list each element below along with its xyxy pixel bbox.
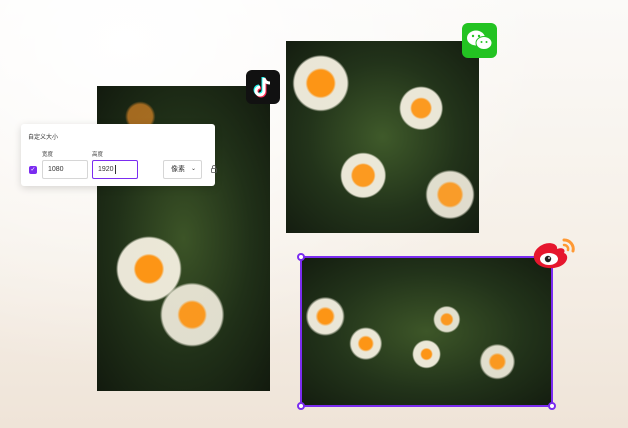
- photo-square: [286, 41, 479, 233]
- text-caret: [114, 164, 116, 174]
- custom-size-panel: 自定义大小 宽度 高度 ✓ 1080 1920 像素 ⌄: [21, 124, 217, 186]
- weibo-logo-icon: [530, 232, 578, 272]
- lock-icon[interactable]: [211, 165, 217, 173]
- width-field[interactable]: 1080: [42, 160, 88, 179]
- width-label: 宽度: [42, 152, 54, 158]
- unit-value: 像素: [171, 166, 185, 173]
- selection-frame[interactable]: [297, 253, 556, 410]
- resize-handle-bottom-right[interactable]: [548, 402, 556, 410]
- height-label: 高度: [92, 152, 104, 158]
- aspect-checkbox[interactable]: ✓: [29, 166, 37, 174]
- wechat-logo-icon: [462, 23, 497, 58]
- width-value: 1080: [48, 166, 64, 173]
- tiktok-logo-icon: [246, 70, 280, 104]
- resize-handle-top-left[interactable]: [297, 253, 305, 261]
- height-value: 1920: [98, 166, 114, 173]
- chevron-down-icon: ⌄: [190, 166, 196, 172]
- panel-title: 自定义大小: [28, 135, 59, 141]
- height-field[interactable]: 1920: [92, 160, 138, 179]
- resize-handle-bottom-left[interactable]: [297, 402, 305, 410]
- unit-select[interactable]: 像素 ⌄: [163, 160, 202, 179]
